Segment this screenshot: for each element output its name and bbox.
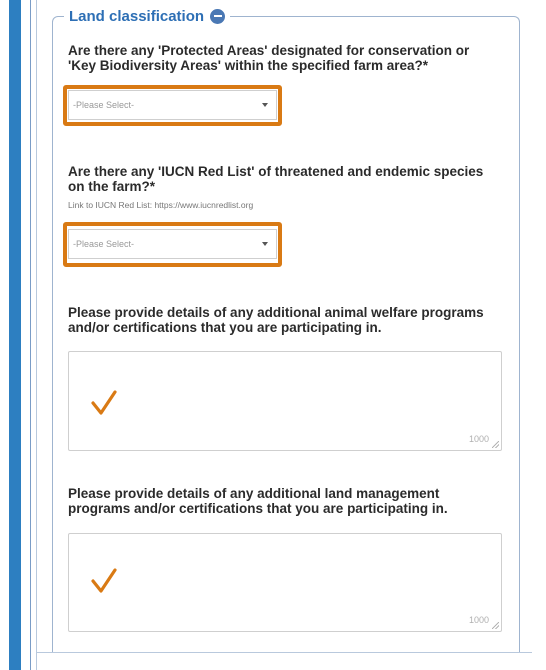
iucn-red-list-label: Are there any 'IUCN Red List' of threate… <box>68 164 508 194</box>
protected-areas-label-line2: 'Key Biodiversity Areas' within the spec… <box>68 58 429 73</box>
land-management-textarea[interactable]: 1000 <box>68 533 502 632</box>
protected-areas-label: Are there any 'Protected Areas' designat… <box>68 43 508 73</box>
section-title: Land classification <box>69 7 205 25</box>
collapse-icon[interactable] <box>210 8 226 24</box>
checkmark-icon <box>91 390 117 415</box>
iucn-red-list-select[interactable]: -Please Select- <box>68 229 277 259</box>
animal-welfare-label-line2: and/or certifications that you are parti… <box>68 320 382 335</box>
outer-border-line <box>30 0 31 670</box>
protected-areas-select[interactable]: -Please Select- <box>68 90 277 120</box>
chevron-down-icon <box>262 103 268 107</box>
char-counter: 1000 <box>468 615 489 625</box>
iucn-helper-link[interactable]: Link to IUCN Red List: https://www.iucnr… <box>68 200 253 210</box>
resize-grip-icon[interactable] <box>492 441 499 448</box>
iucn-label-line2: on the farm?* <box>68 179 156 194</box>
resize-grip-icon[interactable] <box>492 622 499 629</box>
land-management-label-line2: programs and/or certifications that you … <box>68 501 448 516</box>
iucn-label-line1: Are there any 'IUCN Red List' of threate… <box>68 164 484 179</box>
char-counter: 1000 <box>468 434 489 444</box>
section-legend[interactable]: Land classification <box>64 7 231 25</box>
land-management-label-line1: Please provide details of any additional… <box>68 486 440 501</box>
animal-welfare-textarea[interactable]: 1000 <box>68 351 502 451</box>
land-management-label: Please provide details of any additional… <box>68 486 508 516</box>
bottom-border-line <box>36 652 532 653</box>
iucn-select-value: -Please Select- <box>73 239 135 249</box>
chevron-down-icon <box>262 242 268 246</box>
protected-areas-select-value: -Please Select- <box>73 100 135 110</box>
protected-areas-label-line1: Are there any 'Protected Areas' designat… <box>68 43 470 58</box>
checkmark-icon <box>91 568 117 593</box>
left-accent-bar <box>9 0 21 670</box>
inner-border-line <box>36 0 37 670</box>
animal-welfare-label-line1: Please provide details of any additional… <box>68 305 484 320</box>
animal-welfare-label: Please provide details of any additional… <box>68 305 508 335</box>
